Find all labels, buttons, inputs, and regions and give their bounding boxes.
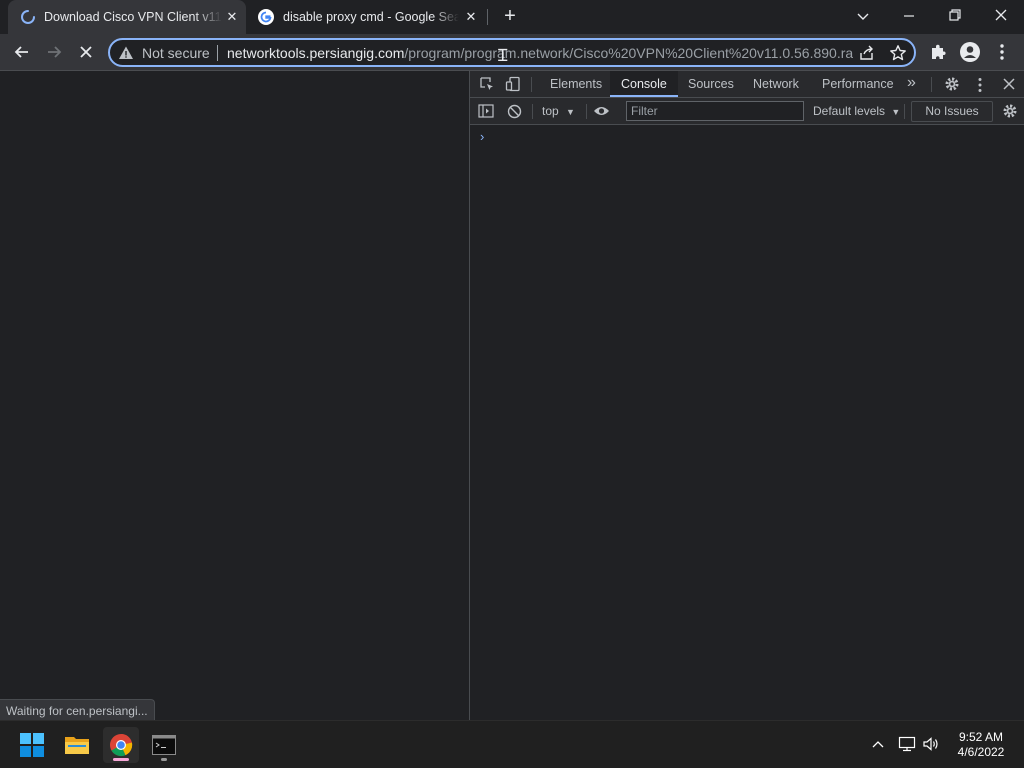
settings-gear-icon[interactable] — [944, 76, 960, 97]
tab-sources[interactable]: Sources — [677, 71, 745, 97]
clock-date: 4/6/2022 — [957, 745, 1005, 759]
inspect-element-icon[interactable] — [479, 76, 495, 97]
console-output-area[interactable] — [470, 145, 1024, 720]
toolbar-divider — [931, 77, 932, 92]
page-viewport[interactable] — [0, 71, 469, 720]
url-text[interactable]: networktools.persiangig.com/program/prog… — [227, 45, 853, 61]
folder-icon — [65, 737, 89, 754]
toolbar-divider — [532, 104, 533, 119]
warning-icon[interactable] — [118, 45, 134, 66]
minimize-button[interactable] — [896, 6, 922, 26]
running-indicator — [113, 758, 129, 761]
toolbar-divider — [904, 104, 905, 119]
sidebar-toggle-icon[interactable] — [478, 104, 494, 123]
security-divider — [217, 45, 218, 61]
clear-console-icon[interactable] — [507, 104, 522, 124]
extensions-button[interactable] — [924, 38, 952, 66]
dropdown-arrow-icon: ▼ — [566, 107, 575, 117]
google-icon — [258, 9, 274, 25]
share-icon[interactable] — [858, 44, 876, 67]
more-tabs-icon[interactable]: » — [907, 74, 916, 92]
toolbar-divider — [531, 77, 532, 92]
start-button[interactable] — [14, 727, 50, 763]
close-tab-icon[interactable]: ✕ — [463, 9, 479, 25]
tab-elements[interactable]: Elements — [539, 71, 613, 97]
terminal-taskbar-button[interactable] — [146, 727, 182, 763]
tab-console[interactable]: Console — [610, 71, 678, 97]
tab-title: Download Cisco VPN Client v11.0 — [44, 10, 222, 24]
browser-toolbar: Not secure networktools.persiangig.com/p… — [0, 34, 1024, 71]
back-button[interactable] — [8, 38, 36, 66]
running-indicator — [161, 758, 167, 761]
menu-button[interactable] — [988, 38, 1016, 66]
tab-search-button[interactable] — [852, 7, 874, 27]
forward-button[interactable] — [40, 38, 68, 66]
show-hidden-icons-chevron-up-icon[interactable] — [871, 737, 885, 755]
url-path: /program/program.network/Cisco%20VPN%20C… — [404, 45, 853, 61]
profile-button[interactable] — [956, 38, 984, 66]
chrome-taskbar-button[interactable] — [103, 727, 139, 763]
status-bubble: Waiting for cen.persiangi... — [0, 699, 155, 721]
log-levels-dropdown[interactable]: Default levels ▼ — [813, 104, 900, 118]
terminal-icon — [152, 735, 176, 755]
console-filter-input[interactable] — [626, 101, 804, 121]
context-label: top — [542, 104, 559, 118]
close-window-button[interactable] — [988, 6, 1014, 26]
arrow-right-icon — [48, 46, 62, 58]
tab-cisco-vpn[interactable]: Download Cisco VPN Client v11.0 ✕ — [8, 0, 246, 34]
close-devtools-icon[interactable] — [1002, 77, 1016, 96]
network-icon[interactable] — [898, 735, 916, 758]
tab-divider — [487, 9, 488, 25]
loading-spinner-icon — [20, 9, 36, 25]
tab-google-search[interactable]: disable proxy cmd - Google Search ✕ — [248, 0, 486, 34]
puzzle-icon — [932, 44, 946, 59]
console-prompt[interactable]: › — [480, 129, 484, 144]
tab-network[interactable]: Network — [742, 71, 810, 97]
security-status[interactable]: Not secure — [142, 45, 210, 61]
volume-icon[interactable] — [922, 735, 940, 758]
windows-taskbar: 9:52 AM 4/6/2022 — [0, 720, 1024, 768]
address-bar[interactable]: Not secure networktools.persiangig.com/p… — [108, 38, 916, 67]
tab-performance[interactable]: Performance — [811, 71, 905, 97]
close-tab-icon[interactable]: ✕ — [224, 9, 240, 25]
issues-counter[interactable]: No Issues — [911, 101, 993, 122]
devtools-panel: Elements Console Sources Network Perform… — [469, 71, 1024, 720]
new-tab-button[interactable]: + — [498, 5, 522, 29]
live-expression-eye-icon[interactable] — [593, 104, 610, 123]
clock-time: 9:52 AM — [958, 730, 1004, 744]
windows-logo-icon — [20, 733, 44, 757]
tab-strip: Download Cisco VPN Client v11.0 ✕ disabl… — [0, 0, 1024, 34]
toolbar-divider — [586, 104, 587, 119]
log-levels-label: Default levels — [813, 104, 886, 118]
system-clock[interactable]: 9:52 AM 4/6/2022 — [948, 730, 1014, 760]
restore-button[interactable] — [942, 6, 968, 26]
console-toolbar: top ▼ Default levels ▼ No Issues — [470, 98, 1024, 125]
chrome-icon — [110, 733, 133, 757]
avatar — [960, 42, 980, 62]
text-cursor-icon: Ɪ — [498, 46, 508, 66]
arrow-left-icon — [14, 46, 28, 58]
kebab-menu-icon — [1000, 44, 1004, 60]
devtools-menu-icon[interactable] — [977, 77, 983, 98]
file-explorer-button[interactable] — [59, 727, 95, 763]
devtools-tab-bar: Elements Console Sources Network Perform… — [470, 71, 1024, 98]
context-selector[interactable]: top ▼ — [542, 104, 575, 118]
url-host: networktools.persiangig.com — [227, 45, 405, 61]
tab-title: disable proxy cmd - Google Search — [283, 10, 459, 24]
stop-loading-button[interactable] — [72, 38, 100, 66]
device-toolbar-icon[interactable] — [505, 76, 521, 97]
dropdown-arrow-icon: ▼ — [891, 107, 901, 117]
chevron-down-icon — [857, 13, 869, 20]
console-settings-gear-icon[interactable] — [1002, 103, 1018, 124]
bookmark-star-icon[interactable] — [889, 44, 907, 67]
close-icon — [80, 46, 92, 58]
